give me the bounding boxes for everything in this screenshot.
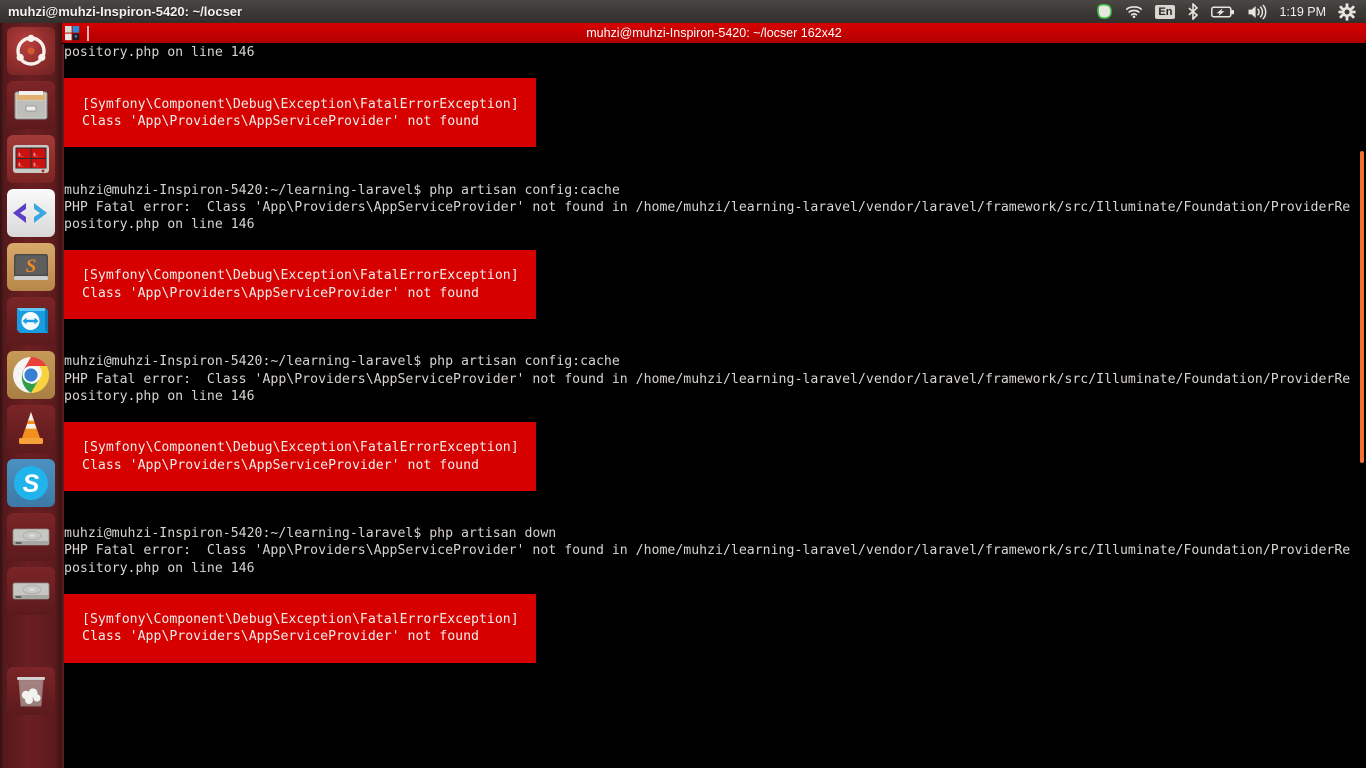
skype-s-icon: S: [7, 459, 55, 507]
terminal-error-line: [Symfony\Component\Debug\Exception\Fatal…: [82, 440, 519, 456]
volume-icon[interactable]: [1242, 0, 1272, 23]
battery-charging-icon[interactable]: [1206, 0, 1240, 23]
wifi-icon[interactable]: [1120, 0, 1148, 23]
bluetooth-icon[interactable]: [1182, 0, 1204, 23]
svg-text:$_: $_: [33, 162, 39, 168]
error-block-pad: [64, 422, 536, 439]
svg-text:S: S: [26, 256, 37, 277]
terminal-error-line: Class 'App\Providers\AppServiceProvider'…: [82, 457, 479, 473]
launcher-item-teamviewer[interactable]: [7, 297, 55, 345]
svg-text:$_: $_: [18, 162, 24, 168]
system-tray: En 1:19 PM: [1091, 0, 1366, 23]
terminal-line: pository.php on line 146: [64, 388, 255, 404]
terminal-scrollbar-track[interactable]: [1353, 44, 1366, 768]
trash-bin-icon: [7, 667, 55, 715]
launcher-item-terminal[interactable]: $_ $_ $_ $_: [7, 135, 55, 183]
terminal-line: muhzi@muhzi-Inspiron-5420:~/learning-lar…: [64, 526, 557, 542]
terminal-line: PHP Fatal error: Class 'App\Providers\Ap…: [64, 543, 1351, 559]
terminal-error-block: [Symfony\Component\Debug\Exception\Fatal…: [64, 250, 536, 319]
unity-launcher[interactable]: $_ $_ $_ $_ = S: [0, 23, 62, 768]
clock-label: 1:19 PM: [1279, 4, 1326, 19]
error-block-pad: [64, 302, 536, 319]
launcher-item-files[interactable]: [7, 81, 55, 129]
launcher-item-code-editor[interactable]: [7, 189, 55, 237]
gear-icon[interactable]: [1333, 0, 1361, 23]
panel-window-title[interactable]: muhzi@muhzi-Inspiron-5420: ~/locser: [8, 4, 242, 19]
messaging-envelope-icon[interactable]: [1091, 0, 1118, 23]
hard-disk-icon: [7, 567, 55, 615]
terminal-line: PHP Fatal error: Class 'App\Providers\Ap…: [64, 371, 1351, 387]
error-block-pad: [64, 130, 536, 147]
chrome-icon: [7, 351, 55, 399]
terminal-line: pository.php on line 146: [64, 216, 255, 232]
terminal-body[interactable]: pository.php on line 146 [Symfony\Compon…: [62, 44, 1366, 768]
sublime-s-icon: S: [7, 243, 55, 291]
error-block-pad: [64, 646, 536, 663]
launcher-item-disk-volume-1[interactable]: [7, 513, 55, 561]
launcher-item-vlc[interactable]: [7, 405, 55, 453]
top-panel: muhzi@muhzi-Inspiron-5420: ~/locser En 1…: [0, 0, 1366, 23]
error-block-pad: [64, 474, 536, 491]
window-menu-grid-icon[interactable]: [65, 25, 80, 41]
traffic-cone-icon: [7, 405, 55, 453]
terminal-error-line: [Symfony\Component\Debug\Exception\Fatal…: [82, 612, 519, 628]
angle-brackets-icon: [7, 189, 55, 237]
terminal-line: muhzi@muhzi-Inspiron-5420:~/learning-lar…: [64, 354, 620, 370]
terminal-error-block: [Symfony\Component\Debug\Exception\Fatal…: [64, 594, 536, 663]
terminal-window-title: muhzi@muhzi-Inspiron-5420: ~/locser 162x…: [586, 26, 842, 40]
terminal-error-line: Class 'App\Providers\AppServiceProvider'…: [82, 629, 479, 645]
terminal-scrollbar-thumb[interactable]: [1360, 151, 1364, 463]
keyboard-layout-label: En: [1155, 4, 1176, 19]
launcher-item-trash[interactable]: [7, 667, 55, 715]
tab-separator: [87, 25, 89, 41]
terminal-icon: $_ $_ $_ $_: [7, 135, 55, 183]
svg-text:S: S: [23, 470, 40, 498]
launcher-item-google-chrome[interactable]: [7, 351, 55, 399]
terminal-error-block: [Symfony\Component\Debug\Exception\Fatal…: [64, 422, 536, 491]
terminal-error-line: Class 'App\Providers\AppServiceProvider'…: [82, 113, 479, 129]
keyboard-layout-indicator[interactable]: En: [1150, 0, 1180, 23]
terminal-window[interactable]: muhzi@muhzi-Inspiron-5420: ~/locser 162x…: [62, 23, 1366, 768]
terminal-line: pository.php on line 146: [64, 45, 255, 60]
hard-disk-icon: [7, 513, 55, 561]
terminal-title-bar[interactable]: muhzi@muhzi-Inspiron-5420: ~/locser 162x…: [62, 23, 1366, 44]
file-cabinet-icon: [7, 81, 55, 129]
terminal-error-line: Class 'App\Providers\AppServiceProvider'…: [82, 285, 479, 301]
terminal-line: muhzi@muhzi-Inspiron-5420:~/learning-lar…: [64, 182, 620, 198]
error-block-pad: [64, 594, 536, 611]
launcher-item-disk-volume-2[interactable]: [7, 567, 55, 615]
teamviewer-arrows-icon: [7, 297, 55, 345]
terminal-error-line: [Symfony\Component\Debug\Exception\Fatal…: [82, 96, 519, 112]
clock[interactable]: 1:19 PM: [1274, 0, 1331, 23]
terminal-error-block: [Symfony\Component\Debug\Exception\Fatal…: [64, 78, 536, 148]
terminal-line: PHP Fatal error: Class 'App\Providers\Ap…: [64, 199, 1351, 215]
launcher-item-ubuntu-dash[interactable]: [7, 27, 55, 75]
terminal-output[interactable]: pository.php on line 146 [Symfony\Compon…: [62, 44, 1350, 680]
launcher-item-sublime-text[interactable]: = S: [7, 243, 55, 291]
terminal-line: pository.php on line 146: [64, 560, 255, 576]
error-block-pad: [64, 78, 536, 95]
ubuntu-logo-icon: [7, 27, 55, 75]
svg-text:$_: $_: [33, 152, 39, 158]
launcher-item-skype[interactable]: = S: [7, 459, 55, 507]
error-block-pad: [64, 250, 536, 267]
terminal-error-line: [Symfony\Component\Debug\Exception\Fatal…: [82, 268, 519, 284]
svg-text:$_: $_: [18, 152, 24, 158]
